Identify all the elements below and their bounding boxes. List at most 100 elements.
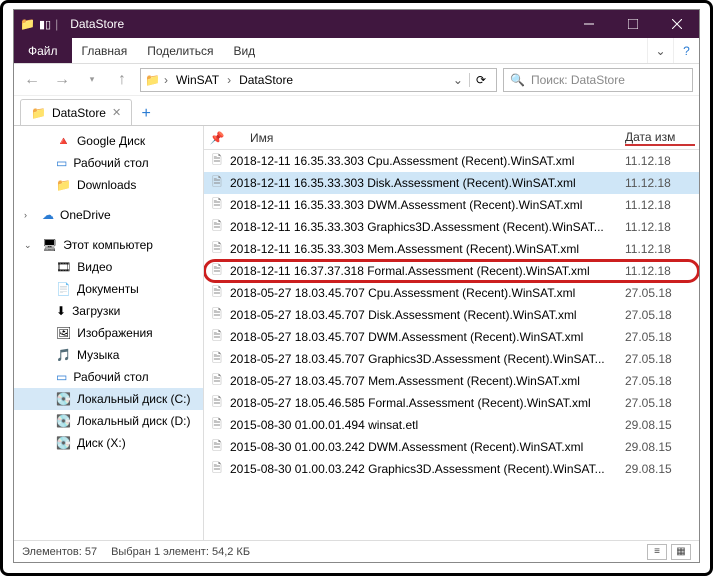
sidebar-item-disk-d[interactable]: 💽Локальный диск (D:) [14, 410, 203, 432]
folder-icon: 📁 [145, 73, 160, 87]
minimize-button[interactable] [567, 10, 611, 38]
file-row[interactable]: 🗎2018-12-11 16.37.37.318 Formal.Assessme… [204, 260, 699, 282]
file-list: 🗎2018-12-11 16.35.33.303 Cpu.Assessment … [204, 150, 699, 540]
sidebar-item-pictures[interactable]: 🖼Изображения [14, 322, 203, 344]
desktop-icon: ▭ [56, 370, 67, 384]
videos-icon: 🎞 [56, 260, 71, 274]
file-row[interactable]: 🗎2015-08-30 01.00.03.242 DWM.Assessment … [204, 436, 699, 458]
file-icon: 🗎 [208, 151, 226, 172]
documents-icon: 📄 [56, 282, 71, 296]
chevron-right-icon[interactable]: › [225, 73, 233, 87]
titlebar[interactable]: 📁 ▮▯ | DataStore [14, 10, 699, 38]
file-row[interactable]: 🗎2018-05-27 18.03.45.707 Cpu.Assessment … [204, 282, 699, 304]
sidebar-item-videos[interactable]: 🎞Видео [14, 256, 203, 278]
menu-home[interactable]: Главная [72, 38, 138, 63]
file-row[interactable]: 🗎2018-12-11 16.35.33.303 Mem.Assessment … [204, 238, 699, 260]
file-icon: 🗎 [208, 415, 226, 436]
sidebar-item-disk-x[interactable]: 💽Диск (X:) [14, 432, 203, 454]
sidebar-item-desktop[interactable]: ▭Рабочий стол [14, 152, 203, 174]
close-button[interactable] [655, 10, 699, 38]
sidebar-item-documents[interactable]: 📄Документы [14, 278, 203, 300]
file-icon: 🗎 [208, 393, 226, 414]
path-dropdown[interactable]: ⌄ [449, 73, 467, 87]
menu-share[interactable]: Поделиться [137, 38, 223, 63]
file-row[interactable]: 🗎2018-05-27 18.03.45.707 Mem.Assessment … [204, 370, 699, 392]
downloads-icon: ⬇ [56, 304, 66, 318]
file-row[interactable]: 🗎2018-12-11 16.35.33.303 Graphics3D.Asse… [204, 216, 699, 238]
view-icons-button[interactable]: ▦ [671, 544, 691, 560]
pin-icon[interactable]: 📌 [208, 131, 226, 145]
file-row[interactable]: 🗎2015-08-30 01.00.01.494 winsat.etl29.08… [204, 414, 699, 436]
file-date: 29.08.15 [625, 462, 695, 476]
file-name: 2015-08-30 01.00.03.242 DWM.Assessment (… [226, 440, 625, 454]
search-input[interactable]: 🔍 Поиск: DataStore [503, 68, 693, 92]
file-row[interactable]: 🗎2018-05-27 18.03.45.707 DWM.Assessment … [204, 326, 699, 348]
file-name: 2015-08-30 01.00.03.242 Graphics3D.Asses… [226, 462, 625, 476]
file-date: 11.12.18 [625, 242, 695, 256]
refresh-button[interactable]: ⟳ [469, 73, 492, 87]
column-name[interactable]: Имя [226, 131, 625, 145]
file-date: 27.05.18 [625, 330, 695, 344]
recent-button[interactable]: ▾ [80, 68, 104, 92]
file-name: 2018-12-11 16.37.37.318 Formal.Assessmen… [226, 264, 625, 278]
menu-view[interactable]: Вид [223, 38, 265, 63]
ribbon-expand-button[interactable]: ⌄ [647, 38, 673, 63]
tab-datastore[interactable]: 📁 DataStore ✕ [20, 99, 132, 125]
file-date: 27.05.18 [625, 396, 695, 410]
file-row[interactable]: 🗎2018-05-27 18.03.45.707 Graphics3D.Asse… [204, 348, 699, 370]
column-headers: 📌 Имя Дата изм [204, 126, 699, 150]
menu-file[interactable]: Файл [14, 38, 72, 63]
desktop-icon: ▭ [56, 156, 67, 170]
music-icon: 🎵 [56, 348, 71, 362]
file-icon: 🗎 [208, 195, 226, 216]
sidebar-item-onedrive[interactable]: ›☁OneDrive [14, 204, 203, 226]
statusbar: Элементов: 57 Выбран 1 элемент: 54,2 КБ … [14, 540, 699, 562]
sidebar-item-desktop[interactable]: ▭Рабочий стол [14, 366, 203, 388]
file-icon: 🗎 [208, 283, 226, 304]
column-date[interactable]: Дата изм [625, 130, 695, 146]
file-date: 27.05.18 [625, 286, 695, 300]
sidebar-item-this-pc[interactable]: ⌄🖥Этот компьютер [14, 234, 203, 256]
sidebar-item-downloads[interactable]: 📁Downloads [14, 174, 203, 196]
sidebar-item-google-drive[interactable]: 🔺Google Диск [14, 130, 203, 152]
breadcrumb-seg[interactable]: WinSAT [172, 73, 223, 87]
file-row[interactable]: 🗎2015-08-30 01.00.03.242 Graphics3D.Asse… [204, 458, 699, 480]
file-icon: 🗎 [208, 239, 226, 260]
back-button[interactable]: ← [20, 68, 44, 92]
file-row[interactable]: 🗎2018-12-11 16.35.33.303 DWM.Assessment … [204, 194, 699, 216]
file-date: 11.12.18 [625, 154, 695, 168]
tab-close-button[interactable]: ✕ [112, 106, 121, 119]
drive-icon: 🔺 [56, 134, 71, 148]
file-row[interactable]: 🗎2018-12-11 16.35.33.303 Cpu.Assessment … [204, 150, 699, 172]
forward-button[interactable]: → [50, 68, 74, 92]
file-icon: 🗎 [208, 371, 226, 392]
file-icon: 🗎 [208, 349, 226, 370]
file-icon: 🗎 [208, 327, 226, 348]
chevron-right-icon[interactable]: › [162, 73, 170, 87]
view-details-button[interactable]: ≡ [647, 544, 667, 560]
sidebar-item-music[interactable]: 🎵Музыка [14, 344, 203, 366]
sidebar-item-disk-c[interactable]: 💽Локальный диск (C:) [14, 388, 203, 410]
folder-icon: 📁 [20, 17, 35, 31]
help-button[interactable]: ? [673, 38, 699, 63]
breadcrumb-seg[interactable]: DataStore [235, 73, 297, 87]
file-icon: 🗎 [208, 305, 226, 326]
sidebar: 🔺Google Диск ▭Рабочий стол 📁Downloads ›☁… [14, 126, 204, 540]
sidebar-item-downloads[interactable]: ⬇Загрузки [14, 300, 203, 322]
window-title: DataStore [64, 17, 124, 31]
breadcrumb[interactable]: 📁 › WinSAT › DataStore ⌄ ⟳ [140, 68, 497, 92]
file-date: 11.12.18 [625, 220, 695, 234]
file-row[interactable]: 🗎2018-05-27 18.05.46.585 Formal.Assessme… [204, 392, 699, 414]
file-name: 2018-05-27 18.05.46.585 Formal.Assessmen… [226, 396, 625, 410]
up-button[interactable]: ↑ [110, 68, 134, 92]
file-icon: 🗎 [208, 173, 226, 194]
file-row[interactable]: 🗎2018-05-27 18.03.45.707 Disk.Assessment… [204, 304, 699, 326]
file-date: 29.08.15 [625, 440, 695, 454]
addressbar: ← → ▾ ↑ 📁 › WinSAT › DataStore ⌄ ⟳ 🔍 Пои… [14, 64, 699, 96]
file-date: 27.05.18 [625, 352, 695, 366]
maximize-button[interactable] [611, 10, 655, 38]
new-tab-button[interactable]: + [134, 105, 158, 125]
search-icon: 🔍 [510, 73, 525, 87]
qa-icon[interactable]: ▮▯ [39, 18, 51, 31]
file-row[interactable]: 🗎2018-12-11 16.35.33.303 Disk.Assessment… [204, 172, 699, 194]
